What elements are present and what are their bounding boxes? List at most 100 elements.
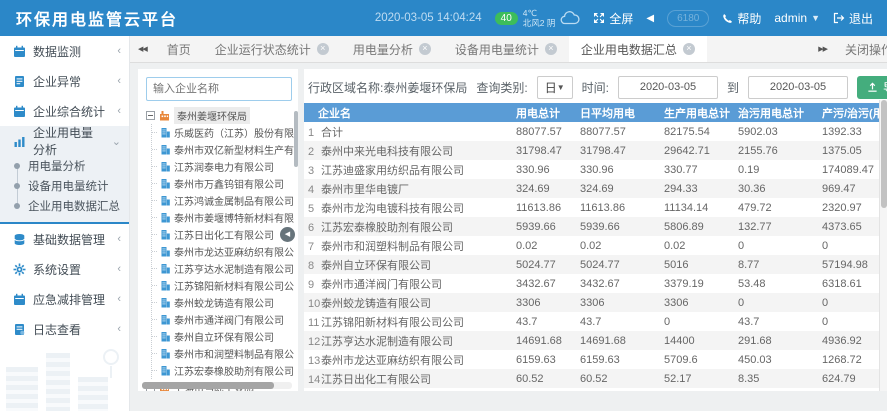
collapse-box-icon[interactable] [146,111,155,120]
tree-horizontal-scrollbar[interactable] [142,382,292,389]
table-row[interactable]: 6江苏宏泰橡胶助剂有限公司 5939.66 5939.66 5806.89 13… [304,217,887,236]
tab-company-status[interactable]: 企业运行状态统计 × [203,36,341,62]
row-index: 10 [304,298,321,310]
tab-close-icon[interactable]: × [419,43,431,55]
sidebar-item-system-settings[interactable]: 系统设置 ‹ [0,254,129,284]
sidebar-item-data-monitor[interactable]: 数据监测 ‹ [0,36,129,66]
table-vertical-scrollbar[interactable] [879,100,887,391]
tree-company-item[interactable]: 江苏润泰电力有限公司 [152,158,294,175]
date-from-input[interactable] [618,76,718,99]
row-index: 2 [304,146,321,158]
sidebar-item-logs[interactable]: 日志查看 ‹ [0,314,129,344]
sidebar-item-company-abnormal[interactable]: 企业异常 ‹ [0,66,129,96]
tree-vertical-scrollbar[interactable] [294,111,298,167]
help-button[interactable]: 帮助 [722,10,761,27]
cell-company: 1合计 [304,122,516,141]
tree-collapse-button[interactable]: ◀ [280,227,295,242]
log-icon [13,323,26,336]
cell-treatment: 5902.03 [738,122,822,141]
table-row[interactable]: 1合计 88077.57 88077.57 82175.54 5902.03 1… [304,122,887,141]
tab-data-summary[interactable]: 企业用电数据汇总 × [569,36,707,62]
company-name: 江苏日出化工有限公司 [321,374,431,386]
sidebar-item-base-data[interactable]: 基础数据管理 ‹ [0,224,129,254]
sidebar-item-emergency[interactable]: 应急减排管理 ‹ [0,284,129,314]
tree-company-item[interactable]: 江苏亨达水泥制造有限公司 [152,260,294,277]
tree-company-item[interactable]: 泰州市双亿新型材料生产有限公司 [152,141,294,158]
building-icon [160,229,171,240]
tab-close-icon[interactable]: × [683,43,695,55]
table-row[interactable]: 15泰州市姜堰博特新材料有限公司 830.84 830.84 787.16 43… [304,388,887,391]
cell-production: 294.33 [664,179,738,198]
bar-chart-icon [13,135,26,148]
tree-company-label: 江苏鸿诚金属制品有限公司 [174,193,294,208]
tab-bar: ◀◀ 首页 企业运行状态统计 × 用电量分析 × 设备用电量统计 × 企业用电 [130,36,887,63]
table-row[interactable]: 14江苏日出化工有限公司 60.52 60.52 52.17 8.35 624.… [304,369,887,388]
tree-company-item[interactable]: 泰州蛟龙铸造有限公司 [152,294,294,311]
table-row[interactable]: 7泰州市和润塑料制品有限公司 0.02 0.02 0.02 0 0 [304,236,887,255]
query-type-select[interactable]: 日 ▼ [537,76,573,99]
cell-ratio: 1392.33 [822,122,887,141]
table-row[interactable]: 3江苏迪盛家用纺织品有限公司 330.96 330.96 330.77 0.19… [304,160,887,179]
table-row[interactable]: 2泰州中来光电科技有限公司 31798.47 31798.47 29642.71… [304,141,887,160]
top-header: 环保用电监管云平台 2020-03-05 14:04:24 40 4℃ 北风2 … [0,0,887,36]
table-row[interactable]: 5泰州市龙沟电镀科技有限公司 11613.86 11613.86 11134.1… [304,198,887,217]
sidebar-item-company-statistics[interactable]: 企业综合统计 ‹ [0,96,129,126]
tabs-scroll-left-icon[interactable]: ◀◀ [130,36,155,62]
tab-label: 企业运行状态统计 [215,41,311,58]
tree-company-item[interactable]: 泰州市通洋阀门有限公司 [152,311,294,328]
cell-daily-avg: 14691.68 [580,331,664,350]
temperature-label: 4℃ [523,8,556,18]
tree-company-item[interactable]: 泰州市姜堰博特新材料有限公司 [152,209,294,226]
sidebar-subitem-usage-analysis[interactable]: 用电量分析 [0,156,129,176]
logout-label: 退出 [849,10,873,27]
table-row[interactable]: 10泰州蛟龙铸造有限公司 3306 3306 3306 0 0 [304,293,887,312]
tree-company-item[interactable]: 乐威医药（江苏）股份有限公司 [152,124,294,141]
row-index: 5 [304,203,321,215]
table-row[interactable]: 9泰州市通洋阀门有限公司 3432.67 3432.67 3379.19 53.… [304,274,887,293]
sidebar-subitem-device-usage[interactable]: 设备用电量统计 [0,176,129,196]
cell-daily-avg: 324.69 [580,179,664,198]
sidebar-item-label: 基础数据管理 [33,231,105,248]
sidebar-item-power-analysis[interactable]: 企业用电量分析 ⌄ [0,126,129,156]
table-row[interactable]: 8泰州自立环保有限公司 5024.77 5024.77 5016 8.77 57… [304,255,887,274]
fullscreen-button[interactable]: 全屏 [593,10,633,27]
cell-ratio: 6318.61 [822,274,887,293]
tabs-scroll-right-icon[interactable]: ▶▶ [810,45,835,53]
tree-company-item[interactable]: 江苏宏泰橡胶助剂有限公司 [152,362,294,379]
tree-company-item[interactable]: 江苏日出化工有限公司 [152,226,294,243]
tab-usage-analysis[interactable]: 用电量分析 × [341,36,443,62]
logout-button[interactable]: 退出 [833,10,873,27]
tree-company-item[interactable]: 江苏鸿诚金属制品有限公司 [152,192,294,209]
tab-home[interactable]: 首页 [155,36,203,62]
cell-treatment: 479.72 [738,198,822,217]
scrollbar-thumb[interactable] [881,100,887,208]
tab-device-usage[interactable]: 设备用电量统计 × [443,36,569,62]
table-row[interactable]: 11江苏锦阳新材料有限公司公司 43.7 43.7 0 43.7 0 [304,312,887,331]
tab-close-icon[interactable]: × [317,43,329,55]
table-row[interactable]: 13泰州市龙达亚麻纺织有限公司 6159.63 6159.63 5709.6 4… [304,350,887,369]
company-search-input[interactable] [146,77,292,101]
table-row[interactable]: 12江苏亨达水泥制造有限公司 14691.68 14691.68 14400 2… [304,331,887,350]
close-operations-menu[interactable]: 关闭操作 [845,41,887,58]
cell-total: 5024.77 [516,255,580,274]
building-icon [160,212,171,223]
weather-label: 北风2 阴 [523,18,556,28]
cell-production: 5806.89 [664,217,738,236]
sidebar-subitem-data-summary[interactable]: 企业用电数据汇总 [0,196,129,216]
tree-company-item[interactable]: 江苏锦阳新材料有限公司公司 [152,277,294,294]
export-button[interactable]: 导出 [857,76,887,99]
cell-daily-avg: 3306 [580,293,664,312]
marquee-collapse-icon[interactable]: ◀ [646,13,654,24]
company-name: 江苏迪盛家用纺织品有限公司 [321,165,464,177]
scrollbar-thumb[interactable] [142,382,274,389]
tree-company-item[interactable]: 泰州市万鑫钨钼有限公司 [152,175,294,192]
cell-ratio: 0 [822,293,887,312]
table-row[interactable]: 4泰州市里华电镀厂 324.69 324.69 294.33 30.36 969… [304,179,887,198]
tree-root-node[interactable]: 泰州姜堰环保局 [146,106,294,124]
date-to-input[interactable] [748,76,848,99]
tree-company-item[interactable]: 泰州市和润塑料制品有限公司 [152,345,294,362]
tab-close-icon[interactable]: × [545,43,557,55]
user-menu[interactable]: admin ▼ [774,11,820,25]
tree-company-item[interactable]: 泰州市龙达亚麻纺织有限公司 [152,243,294,260]
tree-company-item[interactable]: 泰州自立环保有限公司 [152,328,294,345]
